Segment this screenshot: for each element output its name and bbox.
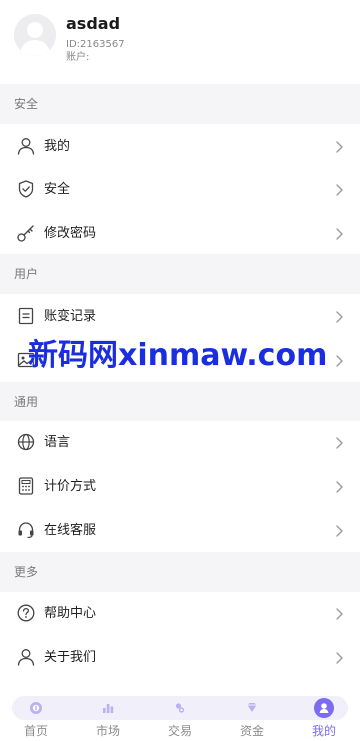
tab-trade[interactable]: 交易 xyxy=(144,692,216,741)
calculator-icon xyxy=(16,476,36,496)
menu-item-support[interactable]: 在线客服 xyxy=(0,509,360,553)
shield-icon xyxy=(16,179,36,199)
diamond-icon xyxy=(242,698,262,718)
tab-mine[interactable]: 我的 xyxy=(288,692,360,741)
tab-funds[interactable]: 资金 xyxy=(216,692,288,741)
chevron-right-icon xyxy=(334,354,344,368)
tab-label: 资金 xyxy=(239,724,264,738)
watermark: 新码网xinmaw.com xyxy=(28,338,328,373)
profile-icon xyxy=(314,698,334,718)
trade-icon xyxy=(170,698,190,718)
document-icon xyxy=(16,306,36,326)
menu-item-security[interactable]: 安全 xyxy=(0,168,360,212)
section-header-more: 更多 xyxy=(0,552,360,592)
profile-header: asdad ID:2163567 账户: xyxy=(0,0,360,84)
chevron-right-icon xyxy=(334,480,344,494)
user-id: ID:2163567 xyxy=(66,39,125,50)
menu-item-language[interactable]: 语言 xyxy=(0,421,360,465)
menu-item-label: 计价方式 xyxy=(44,479,97,494)
globe-icon xyxy=(16,432,36,452)
chevron-right-icon xyxy=(334,183,344,197)
tab-label: 交易 xyxy=(167,724,192,738)
menu-item-label: 我的 xyxy=(44,139,71,154)
tab-label: 市场 xyxy=(95,724,120,738)
chevron-right-icon xyxy=(334,227,344,241)
tab-label: 首页 xyxy=(23,724,48,738)
account-label: 账户: xyxy=(66,52,90,63)
user-icon xyxy=(16,647,36,667)
username: asdad xyxy=(66,14,121,33)
menu-item-help[interactable]: 帮助中心 xyxy=(0,592,360,636)
chevron-right-icon xyxy=(334,310,344,324)
chevron-right-icon xyxy=(334,140,344,154)
menu-item-label: 在线客服 xyxy=(44,523,97,538)
menu-item-account-log[interactable]: 账变记录 xyxy=(0,295,360,339)
menu-item-pricing[interactable]: 计价方式 xyxy=(0,465,360,509)
user-icon xyxy=(16,136,36,156)
menu-item-label: 帮助中心 xyxy=(44,606,97,621)
tab-market[interactable]: 市场 xyxy=(72,692,144,741)
avatar-placeholder-icon xyxy=(14,14,56,56)
menu-item-label: 账变记录 xyxy=(44,309,97,324)
bottom-tab-bar: 首页 市场 交易 资金 我的 xyxy=(0,692,360,741)
section-header-general: 通用 xyxy=(0,382,360,422)
chevron-right-icon xyxy=(334,524,344,538)
question-icon xyxy=(16,603,36,623)
menu-item-about[interactable]: 关于我们 xyxy=(0,636,360,680)
chart-icon xyxy=(98,698,118,718)
menu-item-change-password[interactable]: 修改密码 xyxy=(0,212,360,256)
menu-item-label: 安全 xyxy=(44,182,71,197)
chevron-right-icon xyxy=(334,436,344,450)
tab-home[interactable]: 首页 xyxy=(0,692,72,741)
headset-icon xyxy=(16,520,36,540)
tab-label: 我的 xyxy=(311,724,336,738)
menu-item-label: 修改密码 xyxy=(44,226,97,241)
key-icon xyxy=(16,223,36,243)
avatar[interactable] xyxy=(14,14,56,56)
chevron-right-icon xyxy=(334,651,344,665)
chevron-right-icon xyxy=(334,607,344,621)
section-header-security: 安全 xyxy=(0,84,360,124)
home-icon xyxy=(26,698,46,718)
menu-item-label: 关于我们 xyxy=(44,650,97,665)
menu-item-mine[interactable]: 我的 xyxy=(0,125,360,169)
section-header-user: 用户 xyxy=(0,254,360,294)
menu-item-label: 语言 xyxy=(44,435,71,450)
